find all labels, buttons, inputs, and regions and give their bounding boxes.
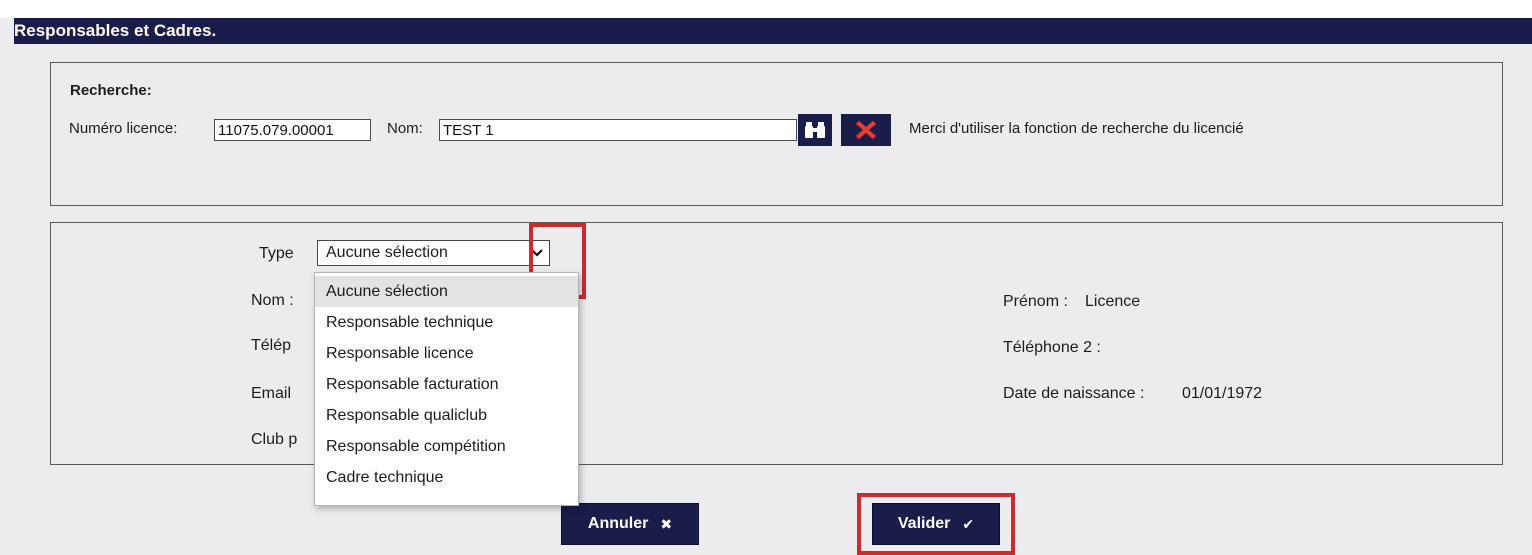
- email-label: Email: [251, 385, 292, 402]
- red-cross-icon: [855, 120, 877, 140]
- prenom-label: Prénom :: [1003, 293, 1068, 310]
- cancel-button-label: Annuler: [587, 515, 649, 532]
- dob-label: Date de naissance :: [1003, 385, 1145, 402]
- type-label: Type: [259, 245, 294, 262]
- telephone-label: Télép: [251, 337, 292, 354]
- page-title: Responsables et Cadres.: [14, 18, 1532, 44]
- search-hint: Merci d'utiliser la fonction de recherch…: [909, 120, 1244, 137]
- type-select[interactable]: Aucune sélection: [317, 240, 550, 266]
- cancel-button[interactable]: Annuler ✖: [561, 503, 699, 545]
- search-heading: Recherche:: [70, 82, 152, 99]
- close-icon: ✖: [660, 515, 673, 532]
- clear-button[interactable]: [841, 114, 891, 146]
- type-option-licence[interactable]: Responsable licence: [315, 338, 578, 369]
- type-option-competition[interactable]: Responsable compétition: [315, 431, 578, 462]
- dob-value: 01/01/1972: [1182, 385, 1263, 402]
- prenom-value: Licence: [1085, 293, 1141, 310]
- licence-input[interactable]: [214, 119, 371, 141]
- search-panel: Recherche: Numéro licence: Nom: Merci d'…: [50, 62, 1503, 206]
- licence-label: Numéro licence:: [69, 120, 178, 137]
- search-button[interactable]: [798, 114, 832, 146]
- top-strip: [0, 0, 1532, 18]
- nom-search-label: Nom:: [387, 120, 423, 137]
- detail-panel: Type Aucune sélection Nom : Télép Email …: [50, 222, 1503, 465]
- type-option-cadre[interactable]: Cadre technique: [315, 462, 578, 493]
- type-option-qualiclub[interactable]: Responsable qualiclub: [315, 400, 578, 431]
- telephone2-label: Téléphone 2 :: [1003, 339, 1101, 356]
- type-option-facturation[interactable]: Responsable facturation: [315, 369, 578, 400]
- type-select-value: Aucune sélection: [326, 244, 448, 261]
- nom-label: Nom :: [251, 292, 294, 309]
- club-label: Club p: [251, 431, 298, 448]
- nom-search-input[interactable]: [439, 119, 797, 141]
- binoculars-icon: [805, 122, 825, 138]
- type-dropdown-list: Aucune sélection Responsable technique R…: [314, 272, 579, 506]
- type-option-aucune[interactable]: Aucune sélection: [315, 276, 578, 307]
- validate-button[interactable]: Valider ✔: [872, 503, 1000, 545]
- validate-button-label: Valider: [897, 515, 951, 532]
- type-option-technique[interactable]: Responsable technique: [315, 307, 578, 338]
- checkmark-icon: ✔: [962, 515, 975, 532]
